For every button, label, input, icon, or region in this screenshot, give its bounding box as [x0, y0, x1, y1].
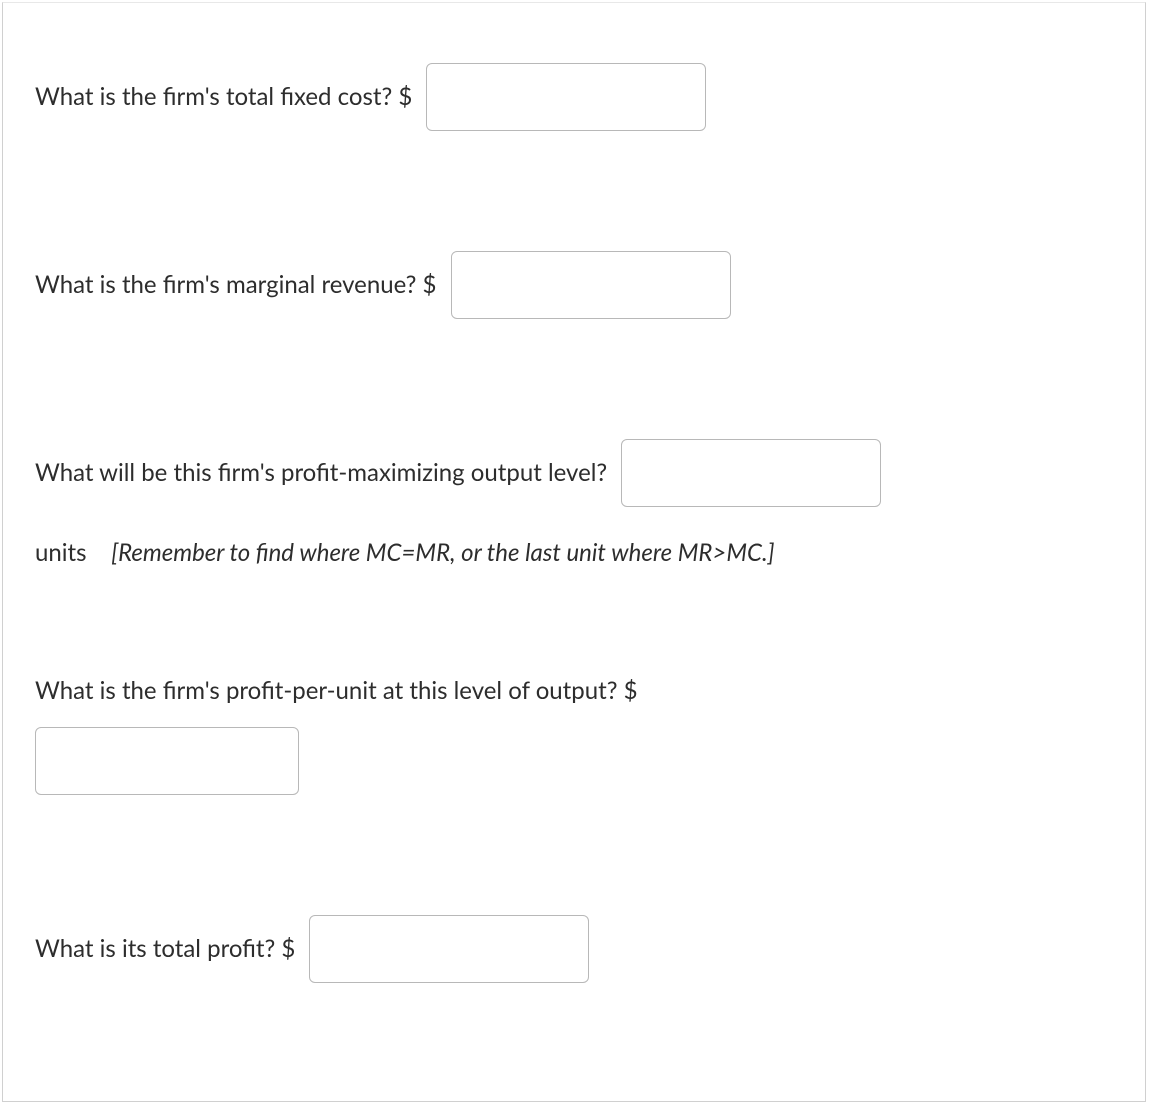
question-3-hint-row: units [Remember to find where MC=MR, or … — [35, 535, 1113, 571]
question-2: What is the firm's marginal revenue? $ — [35, 251, 1113, 319]
profit-per-unit-input[interactable] — [35, 727, 299, 795]
question-5-text: What is its total profit? $ — [35, 934, 295, 963]
question-4-input-row — [35, 727, 1113, 795]
question-1-text: What is the firm's total fixed cost? $ — [35, 82, 412, 111]
question-2-text: What is the firm's marginal revenue? $ — [35, 270, 436, 299]
output-level-input[interactable] — [621, 439, 881, 507]
question-container: What is the firm's total fixed cost? $ W… — [2, 2, 1146, 1102]
question-1: What is the firm's total fixed cost? $ — [35, 63, 1113, 131]
question-3-hint: [Remember to find where MC=MR, or the la… — [111, 538, 774, 567]
question-4: What is the firm's profit-per-unit at th… — [35, 671, 1113, 709]
question-5: What is its total profit? $ — [35, 915, 1113, 983]
units-label: units — [35, 538, 87, 567]
total-profit-input[interactable] — [309, 915, 589, 983]
marginal-revenue-input[interactable] — [451, 251, 731, 319]
question-4-text: What is the firm's profit-per-unit at th… — [35, 676, 638, 705]
question-3-text: What will be this firm's profit-maximizi… — [35, 458, 607, 487]
question-3: What will be this firm's profit-maximizi… — [35, 439, 1113, 507]
fixed-cost-input[interactable] — [426, 63, 706, 131]
